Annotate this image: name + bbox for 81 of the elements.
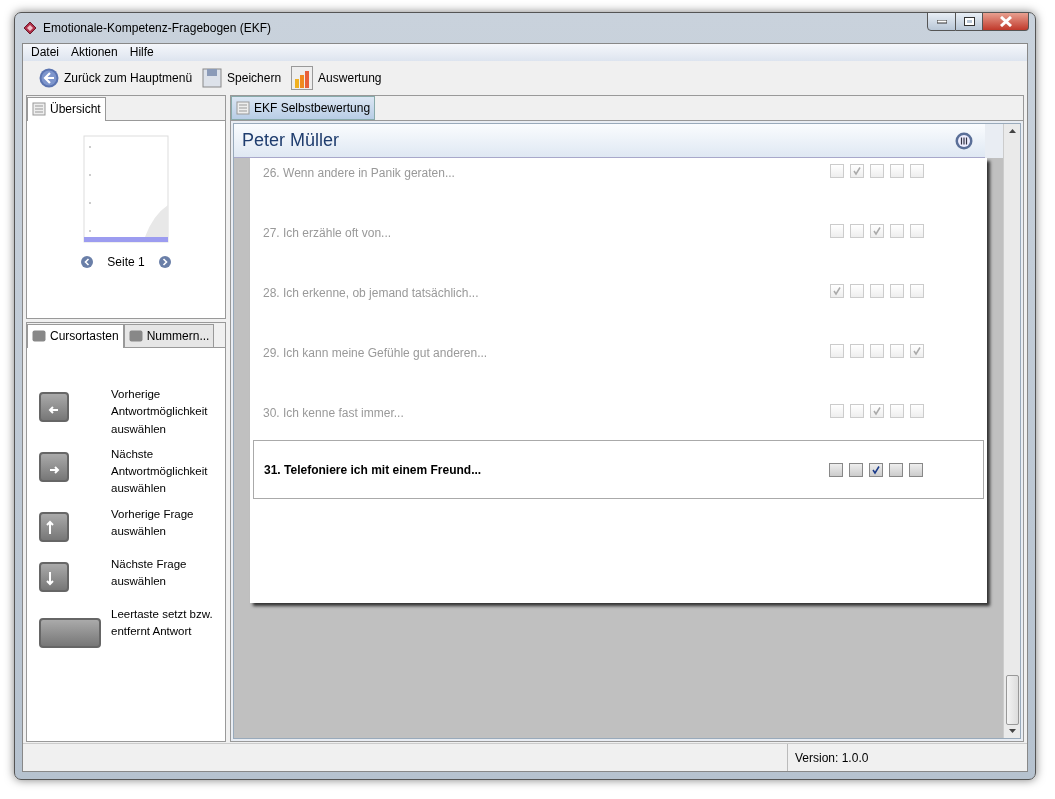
close-icon xyxy=(998,16,1013,27)
answer-checkbox[interactable] xyxy=(910,404,924,418)
key-icon xyxy=(32,329,46,343)
answer-checkbox[interactable] xyxy=(890,284,904,298)
toolbar-button[interactable]: Auswertung xyxy=(291,66,382,90)
key-description: Leertaste setzt bzw. entfernt Antwort xyxy=(111,606,214,639)
minimize-button[interactable] xyxy=(927,12,956,31)
previous-page-icon[interactable] xyxy=(81,256,94,268)
answer-checkbox[interactable] xyxy=(830,344,844,358)
question-text: 30. Ich kenne fast immer... xyxy=(263,405,405,422)
columns-icon[interactable] xyxy=(955,131,973,150)
answer-checkbox[interactable] xyxy=(830,404,844,418)
answer-checkbox[interactable] xyxy=(870,224,884,238)
key-description: Nächste Frage auswählen xyxy=(111,556,188,589)
overview-tab[interactable]: Übersicht xyxy=(27,97,106,121)
scrollbar[interactable] xyxy=(1003,124,1020,738)
scroll-up-icon[interactable] xyxy=(1008,129,1016,133)
question-text: 28. Ich erkenne, ob jemand tatsächlich... xyxy=(263,285,480,302)
version-label: Version: 1.0.0 xyxy=(795,749,869,767)
right-arrow-key-icon xyxy=(39,451,69,482)
answer-checkbox[interactable] xyxy=(870,284,884,298)
answer-checkbox[interactable] xyxy=(850,164,864,178)
question-text: 27. Ich erzähle oft von... xyxy=(263,225,393,242)
maximize-button[interactable] xyxy=(956,12,983,31)
scroll-down-icon[interactable] xyxy=(1008,729,1016,733)
answer-checkbox[interactable] xyxy=(829,462,843,477)
document-tab[interactable]: EKF Selbstbewertung xyxy=(231,96,376,120)
answer-checkbox[interactable] xyxy=(890,344,904,358)
toolbar-button[interactable]: Zurück zum Hauptmenü xyxy=(39,68,193,88)
back-arrow-icon xyxy=(39,68,59,88)
person-name: Peter Müller xyxy=(242,129,340,152)
page-label: Seite 1 xyxy=(107,254,145,271)
left-arrow-key-icon xyxy=(39,392,69,422)
answer-checkbox[interactable] xyxy=(849,462,863,477)
answer-checkbox[interactable] xyxy=(830,164,844,178)
key-description: Vorherige Antwortmöglichkeit auswählen xyxy=(111,387,209,437)
answer-checkbox[interactable] xyxy=(890,404,904,418)
next-page-icon[interactable] xyxy=(158,256,171,268)
answer-checkbox[interactable] xyxy=(890,164,904,178)
answer-checkbox[interactable] xyxy=(870,404,884,418)
page-thumbnail-icon xyxy=(83,135,169,243)
legend-tab[interactable]: Nummern... xyxy=(123,324,215,347)
answer-checkbox[interactable] xyxy=(910,164,924,178)
question-text: 29. Ich kann meine Gefühle gut anderen... xyxy=(263,345,489,362)
legend-tab[interactable]: Cursortasten xyxy=(27,324,124,348)
toolbar-button[interactable]: Speichern xyxy=(202,68,282,88)
answer-checkbox[interactable] xyxy=(890,224,904,238)
diamond-logo-icon xyxy=(23,21,37,35)
key-icon xyxy=(128,329,143,343)
menu-item[interactable]: Aktionen xyxy=(65,44,124,61)
answer-checkbox[interactable] xyxy=(869,462,883,477)
answer-checkbox[interactable] xyxy=(870,344,884,358)
answer-checkbox[interactable] xyxy=(850,224,864,238)
answer-checkbox[interactable] xyxy=(910,344,924,358)
answer-checkbox[interactable] xyxy=(830,224,844,238)
maximize-icon xyxy=(963,17,975,26)
menu-item[interactable]: Datei xyxy=(25,44,65,61)
minimize-icon xyxy=(936,19,947,24)
answer-checkbox[interactable] xyxy=(910,284,924,298)
document-icon xyxy=(236,101,250,115)
answer-checkbox[interactable] xyxy=(830,284,844,298)
up-arrow-key-icon xyxy=(39,511,69,542)
window-title: Emotionale-Kompetenz-Fragebogen (EKF) xyxy=(43,20,272,37)
space-bar-key-icon xyxy=(39,617,101,648)
answer-checkbox[interactable] xyxy=(850,344,864,358)
answer-checkbox[interactable] xyxy=(870,164,884,178)
down-arrow-key-icon xyxy=(39,561,69,592)
answer-checkbox[interactable] xyxy=(889,462,903,477)
document-icon xyxy=(32,102,46,116)
scrollbar-thumb[interactable] xyxy=(1005,675,1019,725)
bar-chart-icon xyxy=(291,66,314,90)
answer-checkbox[interactable] xyxy=(850,404,864,418)
question-text: 31. Telefoniere ich mit einem Freund... xyxy=(264,461,483,479)
answer-checkbox[interactable] xyxy=(910,224,924,238)
answer-checkbox[interactable] xyxy=(850,284,864,298)
close-button[interactable] xyxy=(983,12,1029,31)
answer-checkbox[interactable] xyxy=(909,462,923,477)
key-description: Vorherige Frage auswählen xyxy=(111,506,195,539)
question-text: 26. Wenn andere in Panik geraten... xyxy=(263,165,456,182)
menu-item[interactable]: Hilfe xyxy=(123,44,160,61)
key-description: Nächste Antwortmöglichkeit auswählen xyxy=(111,446,209,497)
